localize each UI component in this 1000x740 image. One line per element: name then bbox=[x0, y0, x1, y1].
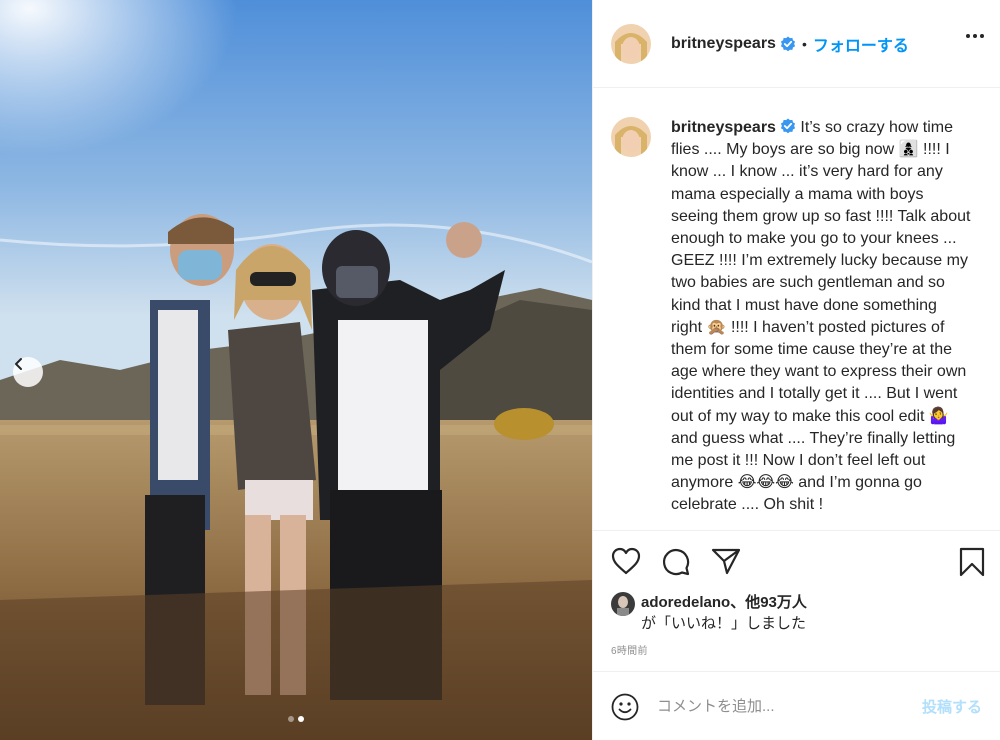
carousel-dots bbox=[0, 716, 592, 722]
post-photo[interactable] bbox=[0, 0, 592, 740]
share-button[interactable] bbox=[711, 547, 741, 580]
heart-icon bbox=[611, 547, 641, 575]
avatar[interactable] bbox=[611, 592, 635, 616]
comment-form: 投稿する bbox=[593, 671, 1000, 740]
verified-badge-icon bbox=[780, 118, 796, 134]
comment-button[interactable] bbox=[661, 547, 691, 582]
liker-avatar-image bbox=[611, 592, 635, 616]
comment-input[interactable] bbox=[657, 698, 897, 715]
header-separator: • bbox=[801, 35, 807, 52]
carousel-dot bbox=[288, 716, 294, 722]
post-header: britneyspears • フォローする bbox=[593, 0, 1000, 88]
emoji-button[interactable] bbox=[611, 693, 639, 721]
header-username[interactable]: britneyspears bbox=[671, 35, 776, 53]
caption-area: britneyspears It’s so crazy how time fli… bbox=[593, 89, 1000, 530]
bookmark-button[interactable] bbox=[958, 547, 986, 582]
post-timestamp[interactable]: 6時間前 bbox=[593, 642, 1000, 657]
carousel-prev-button[interactable] bbox=[13, 357, 43, 387]
comment-icon bbox=[662, 548, 690, 576]
avatar[interactable] bbox=[611, 117, 651, 157]
bookmark-icon bbox=[959, 547, 985, 577]
caption: britneyspears It’s so crazy how time fli… bbox=[593, 89, 1000, 517]
chevron-left-icon bbox=[15, 358, 22, 370]
like-button[interactable] bbox=[611, 547, 641, 580]
likes-summary: adoredelano、他93万人 が「いいね！」しました bbox=[593, 592, 1000, 634]
avatar[interactable] bbox=[611, 23, 651, 64]
post-comment-button[interactable]: 投稿する bbox=[922, 696, 982, 717]
liker-username[interactable]: adoredelano bbox=[641, 594, 730, 611]
action-icon-row bbox=[593, 531, 1000, 595]
share-icon bbox=[711, 548, 741, 575]
carousel-dot-active bbox=[298, 716, 304, 722]
emoji-icon bbox=[611, 693, 639, 720]
likes-text: adoredelano、他93万人 が「いいね！」しました bbox=[641, 592, 807, 634]
post-actions: adoredelano、他93万人 が「いいね！」しました 6時間前 投稿する bbox=[593, 530, 1000, 740]
profile-avatar-image bbox=[611, 117, 651, 157]
post-photo-illustration bbox=[0, 0, 592, 740]
post-side-panel: britneyspears • フォローする britneyspears It’… bbox=[592, 0, 1000, 740]
more-options-icon[interactable] bbox=[966, 34, 984, 38]
caption-username[interactable]: britneyspears bbox=[671, 119, 776, 136]
caption-body: It’s so crazy how time flies .... My boy… bbox=[671, 119, 971, 514]
likes-suffix: が「いいね！」しました bbox=[641, 615, 807, 632]
caption-text: britneyspears It’s so crazy how time fli… bbox=[671, 117, 971, 517]
profile-avatar-image bbox=[611, 23, 651, 64]
follow-button[interactable]: フォローする bbox=[813, 32, 909, 56]
verified-badge-icon bbox=[780, 36, 796, 51]
likes-others[interactable]: 、他93万人 bbox=[730, 594, 807, 611]
